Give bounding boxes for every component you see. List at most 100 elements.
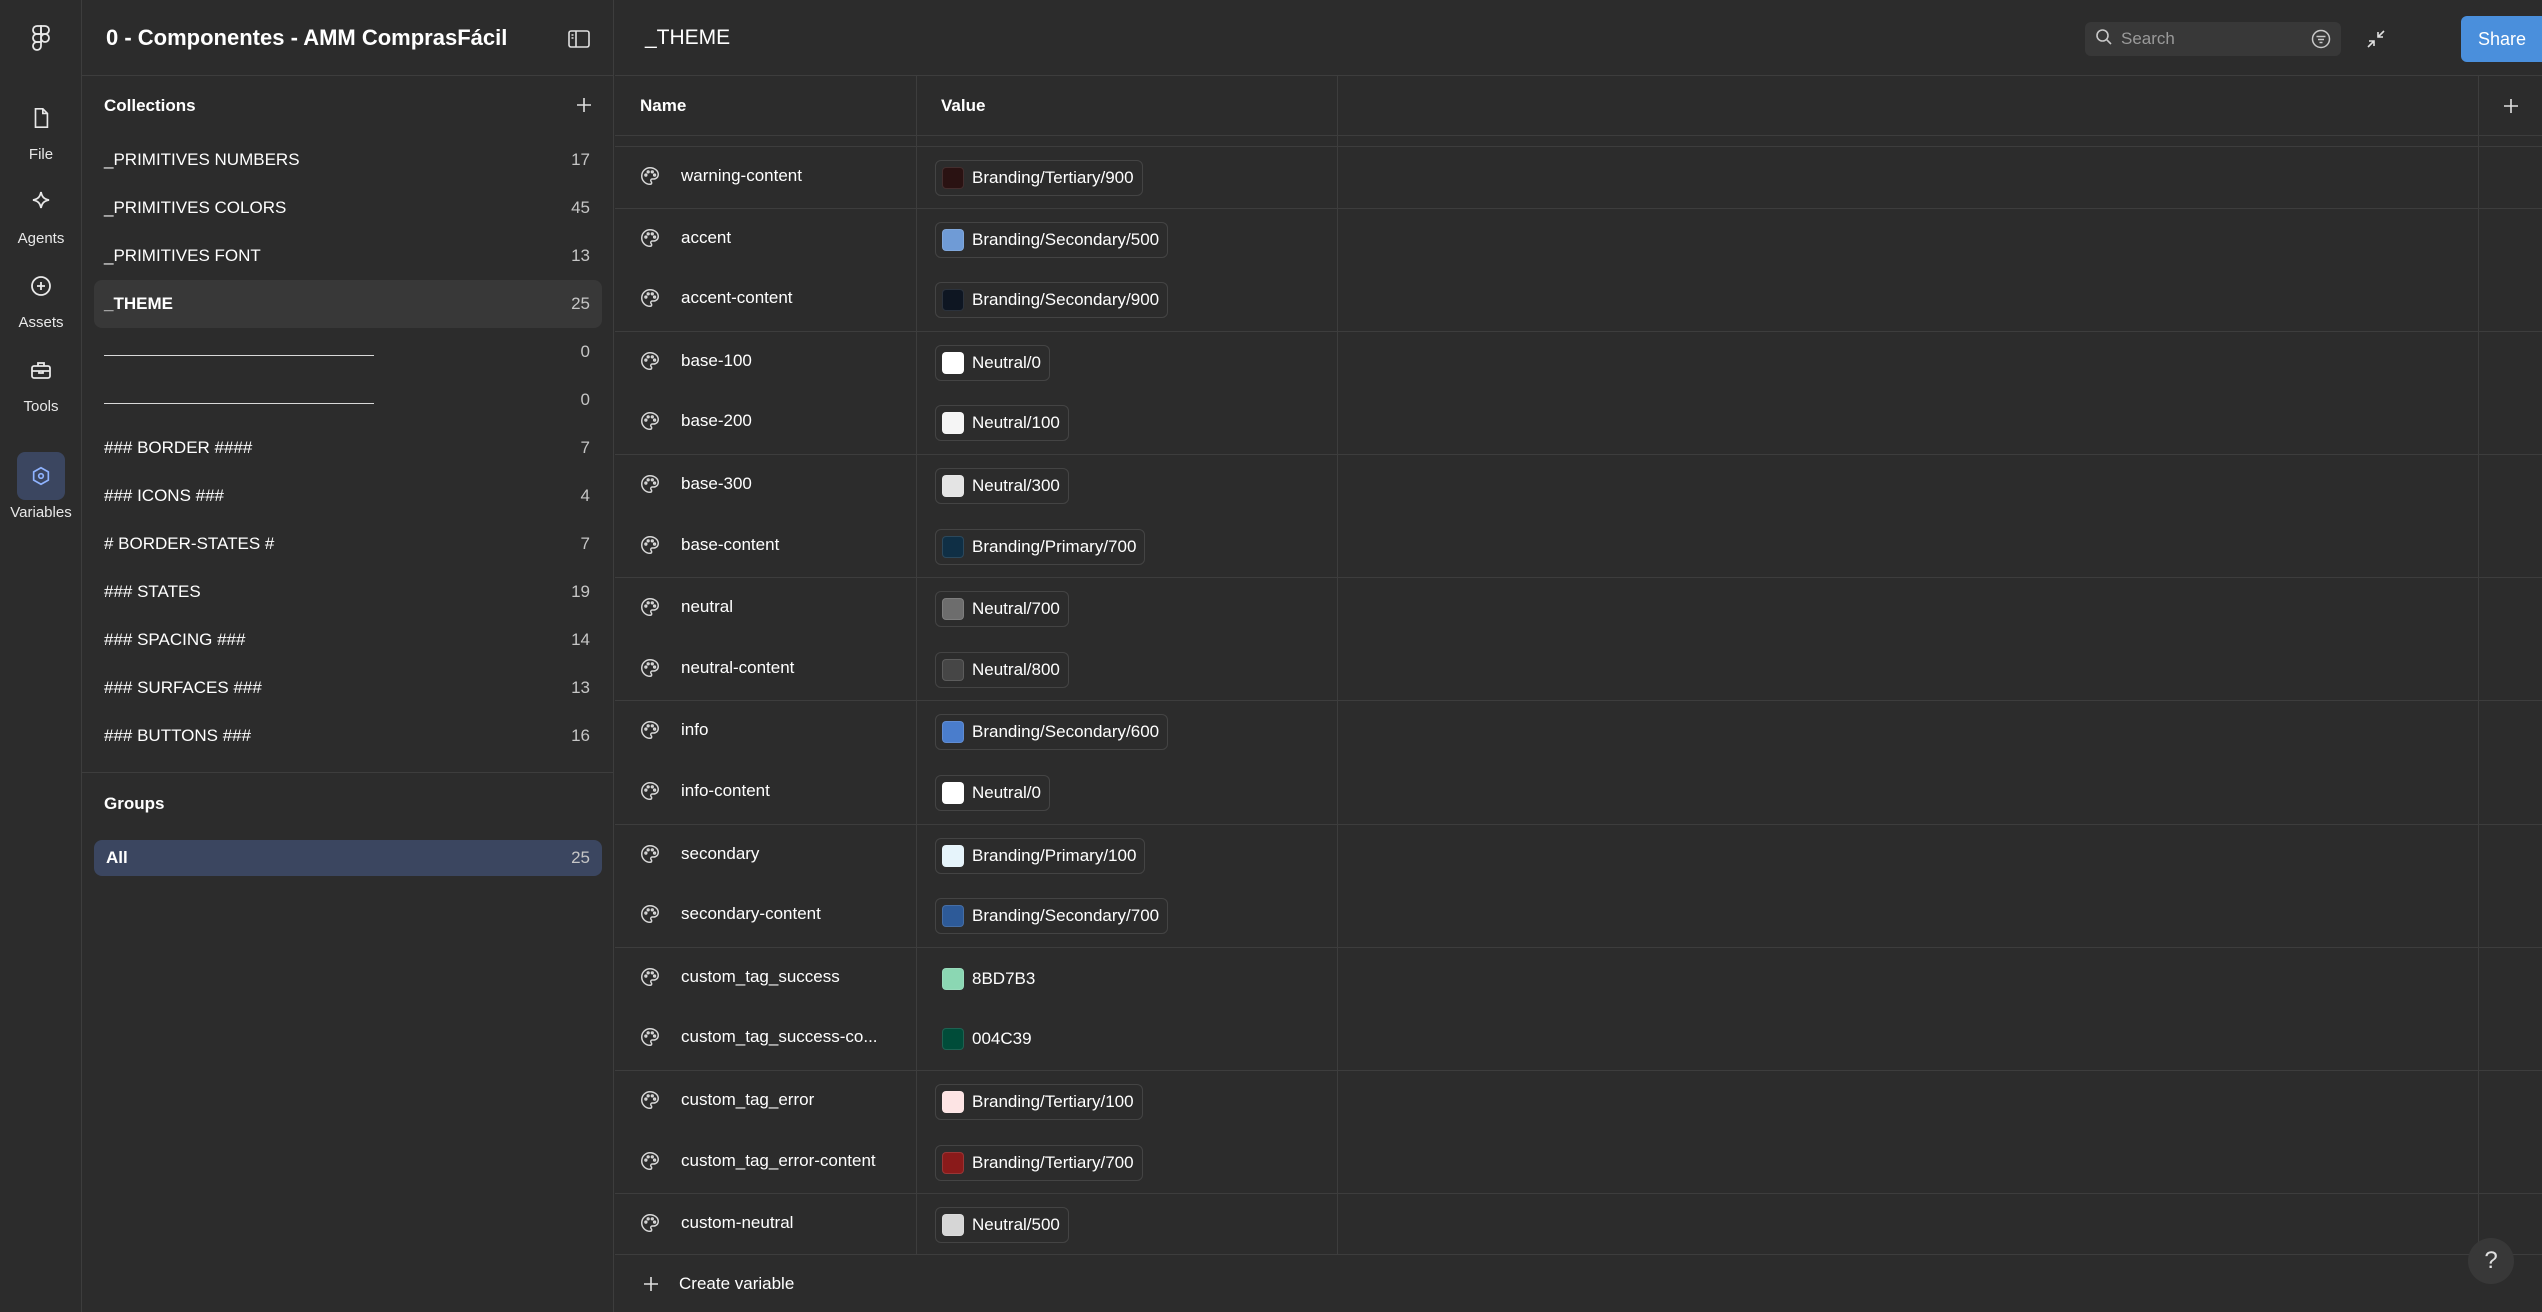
assets-icon: [17, 262, 65, 310]
search-box[interactable]: [2085, 22, 2341, 56]
variable-name[interactable]: accent: [681, 228, 731, 248]
variable-row[interactable]: accent-content Branding/Secondary/900: [615, 269, 2542, 331]
variable-row[interactable]: base-200 Neutral/100: [615, 392, 2542, 454]
create-variable-button[interactable]: Create variable: [615, 1254, 2542, 1312]
variable-value: Branding/Tertiary/900: [972, 168, 1134, 187]
variable-alias-chip[interactable]: Neutral/100: [935, 405, 1069, 442]
variable-alias-chip[interactable]: Branding/Secondary/600: [935, 714, 1169, 751]
collection-item[interactable]: ### BORDER #### 7: [94, 424, 602, 472]
variable-alias-chip[interactable]: Neutral/0: [935, 774, 1050, 811]
variable-row[interactable]: custom_tag_success-co... 004C39: [615, 1008, 2542, 1070]
color-swatch: [942, 905, 964, 928]
variable-name[interactable]: info: [681, 720, 708, 740]
collection-item[interactable]: ### SURFACES ### 13: [94, 664, 602, 712]
variable-name[interactable]: base-100: [681, 351, 752, 371]
variable-row[interactable]: secondary Branding/Primary/100: [615, 823, 2542, 886]
variable-value: Branding/Secondary/700: [972, 906, 1160, 926]
collection-item[interactable]: # BORDER-STATES # 7: [94, 520, 602, 568]
variable-name[interactable]: warning-content: [681, 166, 802, 186]
column-header-name[interactable]: Name: [640, 96, 686, 116]
variable-name[interactable]: custom_tag_success: [681, 967, 840, 987]
rail-agents[interactable]: Agents: [0, 178, 82, 256]
color-palette-icon: [639, 719, 663, 743]
group-item-all[interactable]: All 25: [94, 840, 602, 876]
share-button[interactable]: Share: [2461, 16, 2542, 62]
variable-row[interactable]: base-100 Neutral/0: [615, 330, 2542, 393]
collection-item-active[interactable]: _THEME 25: [94, 280, 602, 328]
variable-name[interactable]: custom_tag_error-content: [681, 1151, 876, 1171]
help-button[interactable]: ?: [2468, 1238, 2514, 1284]
variable-row[interactable]: secondary-content Branding/Secondary/700: [615, 885, 2542, 947]
variable-value: Branding/Secondary/600: [972, 722, 1160, 742]
variable-row[interactable]: base-300 Neutral/300: [615, 453, 2542, 516]
collection-count: 19: [571, 582, 590, 601]
variable-alias-chip[interactable]: Neutral/0: [935, 344, 1050, 381]
collection-item[interactable]: ### ICONS ### 4: [94, 472, 602, 520]
variable-row[interactable]: info Branding/Secondary/600: [615, 700, 2542, 762]
variable-alias-chip[interactable]: Neutral/300: [935, 467, 1069, 504]
variable-row[interactable]: base-content Branding/Primary/700: [615, 516, 2542, 578]
color-palette-icon: [639, 227, 663, 251]
group-count: 25: [571, 848, 590, 867]
variable-row[interactable]: custom_tag_error-content Branding/Tertiar…: [615, 1132, 2542, 1194]
variable-hex-value[interactable]: 004C39: [935, 1021, 1041, 1057]
toolbox-icon: [17, 346, 65, 394]
variable-name[interactable]: custom-neutral: [681, 1213, 793, 1233]
color-swatch: [942, 598, 964, 621]
variable-alias-chip[interactable]: Branding/Tertiary/700: [935, 1144, 1143, 1181]
variable-name[interactable]: accent-content: [681, 288, 793, 308]
variable-alias-chip[interactable]: Branding/Tertiary/900: [935, 160, 1143, 196]
rail-tools[interactable]: Tools: [0, 346, 82, 424]
add-collection-icon[interactable]: [572, 93, 596, 117]
variable-name[interactable]: custom_tag_error: [681, 1090, 814, 1110]
variable-name[interactable]: neutral-content: [681, 658, 794, 678]
collapse-icon[interactable]: [2361, 24, 2391, 54]
variable-name[interactable]: base-300: [681, 474, 752, 494]
variable-row[interactable]: neutral-content Neutral/800: [615, 639, 2542, 701]
variable-name[interactable]: base-200: [681, 411, 752, 431]
variable-name[interactable]: neutral: [681, 597, 733, 617]
figma-logo-icon[interactable]: [25, 22, 57, 54]
variable-row[interactable]: custom_tag_error Branding/Tertiary/100: [615, 1069, 2542, 1132]
rail-file[interactable]: File: [0, 94, 82, 172]
collection-item[interactable]: ### BUTTONS ### 16: [94, 712, 602, 760]
variable-alias-chip[interactable]: Branding/Secondary/900: [935, 282, 1169, 319]
variable-row[interactable]: info-content Neutral/0: [615, 762, 2542, 824]
search-input[interactable]: [2121, 29, 2301, 49]
variable-name[interactable]: info-content: [681, 781, 770, 801]
variable-alias-chip[interactable]: Neutral/700: [935, 591, 1069, 628]
add-mode-icon[interactable]: [2499, 94, 2523, 118]
variable-row[interactable]: custom-neutral Neutral/500: [615, 1193, 2542, 1255]
variable-alias-chip[interactable]: Branding/Tertiary/100: [935, 1083, 1143, 1120]
variable-alias-chip[interactable]: Branding/Primary/700: [935, 528, 1146, 565]
collection-item[interactable]: _PRIMITIVES NUMBERS 17: [94, 136, 602, 184]
variable-row[interactable]: accent Branding/Secondary/500: [615, 207, 2542, 270]
color-swatch: [942, 967, 964, 990]
collection-item[interactable]: _PRIMITIVES COLORS 45: [94, 184, 602, 232]
sidebar-toggle-icon[interactable]: [564, 24, 594, 54]
variable-alias-chip[interactable]: Neutral/800: [935, 651, 1069, 688]
collection-item-divider[interactable]: 0: [94, 328, 602, 376]
collection-item[interactable]: _PRIMITIVES FONT 13: [94, 232, 602, 280]
variable-alias-chip[interactable]: Neutral/500: [935, 1207, 1069, 1244]
collection-item[interactable]: ### STATES 19: [94, 568, 602, 616]
variable-hex-value[interactable]: 8BD7B3: [935, 961, 1044, 997]
variable-alias-chip[interactable]: Branding/Secondary/700: [935, 898, 1169, 935]
variable-alias-chip[interactable]: Branding/Primary/100: [935, 837, 1146, 874]
rail-assets[interactable]: Assets: [0, 262, 82, 340]
variable-name[interactable]: secondary: [681, 844, 759, 864]
collection-item[interactable]: ### SPACING ### 14: [94, 616, 602, 664]
variable-row[interactable]: warning-content Branding/Tertiary/900: [615, 146, 2542, 208]
variable-row[interactable]: custom_tag_success 8BD7B3: [615, 946, 2542, 1009]
variable-name[interactable]: secondary-content: [681, 904, 821, 924]
collection-label: ### BUTTONS ###: [104, 726, 252, 745]
collection-item-divider[interactable]: 0: [94, 376, 602, 424]
column-header-value[interactable]: Value: [941, 96, 985, 116]
filter-icon[interactable]: [2311, 29, 2331, 49]
collection-label: _THEME: [104, 294, 173, 313]
rail-variables[interactable]: Variables: [0, 452, 82, 530]
variable-name[interactable]: custom_tag_success-co...: [681, 1027, 878, 1047]
variable-alias-chip[interactable]: Branding/Secondary/500: [935, 221, 1169, 258]
variable-row[interactable]: neutral Neutral/700: [615, 577, 2542, 639]
variable-name[interactable]: base-content: [681, 535, 779, 555]
